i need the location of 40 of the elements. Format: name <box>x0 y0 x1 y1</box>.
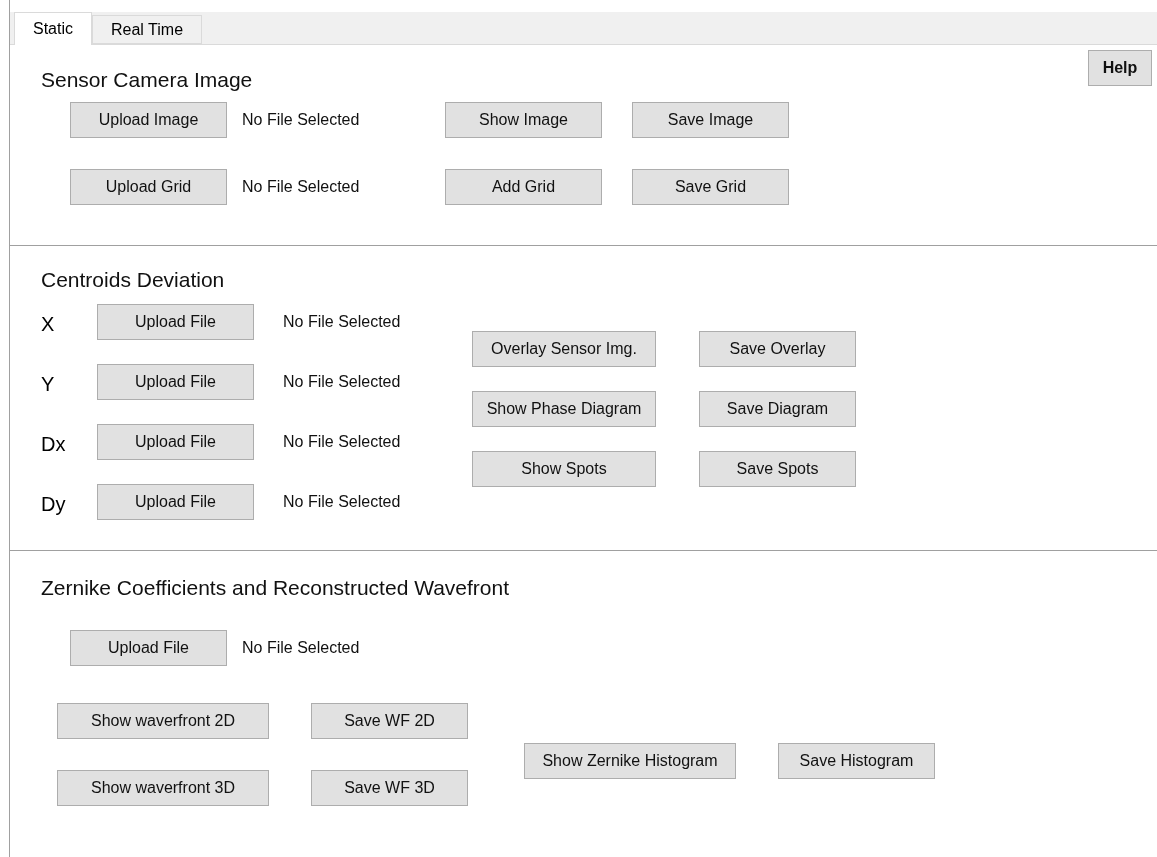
save-button[interactable]: Save Diagram <box>699 391 856 427</box>
upload-button[interactable]: Upload File <box>97 424 254 460</box>
save-button[interactable]: Save WF 3D <box>311 770 468 806</box>
upload-button[interactable]: Upload File <box>97 364 254 400</box>
save-button[interactable]: Save Spots <box>699 451 856 487</box>
section-title: Sensor Camera Image <box>41 67 253 93</box>
upload-button[interactable]: Upload File <box>97 484 254 520</box>
tab[interactable]: Static <box>14 12 92 45</box>
show-button[interactable]: Overlay Sensor Img. <box>472 331 656 367</box>
save-button[interactable]: Save WF 2D <box>311 703 468 739</box>
file-status: No File Selected <box>242 639 360 656</box>
upload-button[interactable]: Upload Image <box>70 102 227 138</box>
show-button[interactable]: Show Zernike Histogram <box>524 743 736 779</box>
file-status: No File Selected <box>242 111 360 128</box>
upload-button[interactable]: Upload File <box>70 630 227 666</box>
upload-button[interactable]: Upload Grid <box>70 169 227 205</box>
show-button[interactable]: Show waverfront 2D <box>57 703 269 739</box>
section-title: Zernike Coefficients and Reconstructed Wavefront <box>41 575 510 601</box>
section-title: Centroids Deviation <box>41 267 225 293</box>
upload-button[interactable]: Upload File <box>97 304 254 340</box>
show-button[interactable]: Add Grid <box>445 169 602 205</box>
show-button[interactable]: Show Image <box>445 102 602 138</box>
axis-label: Dy <box>41 492 67 517</box>
file-status: No File Selected <box>283 373 401 390</box>
save-button[interactable]: Save Grid <box>632 169 789 205</box>
show-button[interactable]: Show Spots <box>472 451 656 487</box>
axis-label: Y <box>41 372 56 397</box>
save-button[interactable]: Save Overlay <box>699 331 856 367</box>
axis-label: Dx <box>41 432 67 457</box>
show-button[interactable]: Show Phase Diagram <box>472 391 656 427</box>
save-button[interactable]: Save Histogram <box>778 743 935 779</box>
axis-label: X <box>41 312 56 337</box>
help-button[interactable]: Help <box>1088 50 1152 86</box>
tab[interactable]: Real Time <box>92 15 203 44</box>
file-status: No File Selected <box>283 493 401 510</box>
file-status: No File Selected <box>242 178 360 195</box>
file-status: No File Selected <box>283 433 401 450</box>
show-button[interactable]: Show waverfront 3D <box>57 770 269 806</box>
file-status: No File Selected <box>283 313 401 330</box>
save-button[interactable]: Save Image <box>632 102 789 138</box>
